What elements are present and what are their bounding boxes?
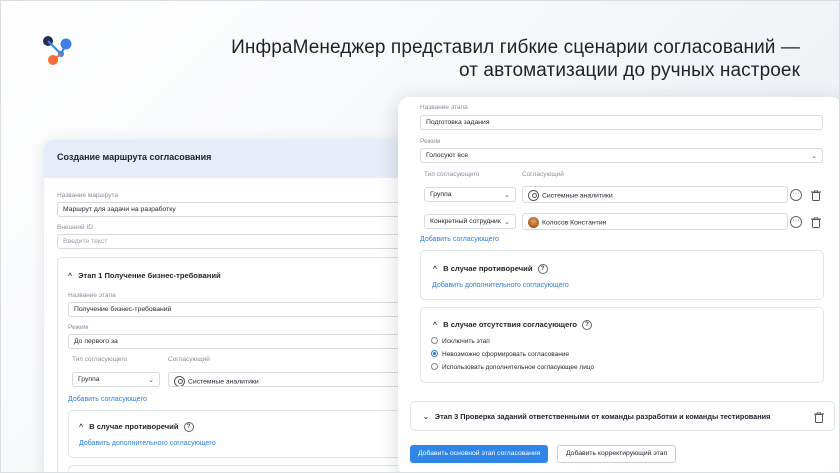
trash-icon[interactable] xyxy=(811,217,821,228)
front-mode-value: Голосуют все xyxy=(426,152,469,159)
front-stage-name-label: Название этапа xyxy=(420,104,468,111)
front-add-approver-link[interactable]: Добавить согласующего xyxy=(420,236,499,243)
stage-1-header[interactable]: ^ Этап 1 Получение бизнес-требований xyxy=(68,271,221,280)
chevron-up-icon: ^ xyxy=(433,322,438,329)
conflict-header[interactable]: ^ В случае противоречий? xyxy=(79,422,194,432)
route-creation-card: Создание маршрута согласования Название … xyxy=(44,140,444,473)
headline-line-1: ИнфраМенеджер представил гибкие сценарии… xyxy=(231,37,800,58)
stage-3-header[interactable]: ⌄ Этап 3 Проверка заданий ответственными … xyxy=(423,412,770,421)
chevron-down-icon: ⌄ xyxy=(148,377,154,384)
chevron-up-icon: ^ xyxy=(68,273,73,280)
approver-type-select-2[interactable]: Конкретный сотрудник ⌄ xyxy=(424,214,516,229)
conflict-panel: ^ В случае противоречий? Добавить дополни… xyxy=(68,410,438,458)
absence-panel: ^ В случае отсутствия согласующего? Исклю… xyxy=(420,307,824,383)
absence-title: В случае отсутствия согласующего xyxy=(443,320,578,329)
absence-panel-collapsed xyxy=(68,465,438,473)
route-creation-title: Создание маршрута согласования xyxy=(44,140,444,178)
radio-icon xyxy=(431,337,438,344)
stage-2-card: Название этапа Подготовка задания Режим … xyxy=(398,97,840,473)
front-mode-label: Режим xyxy=(420,138,441,145)
approver-type-value-1: Группа xyxy=(430,191,452,198)
front-add-extra-approver-link[interactable]: Добавить дополнительного согласующего xyxy=(432,282,569,289)
chevron-down-icon: ⌄ xyxy=(811,153,817,160)
option-exclude-stage[interactable]: Исключить этап xyxy=(431,337,490,346)
add-extra-approver-link[interactable]: Добавить дополнительного согласующего xyxy=(79,440,216,447)
more-icon[interactable]: ··· xyxy=(790,216,802,228)
stage-3-title: Этап 3 Проверка заданий ответственными о… xyxy=(434,412,771,421)
chevron-up-icon: ^ xyxy=(79,424,84,431)
help-icon[interactable]: ? xyxy=(582,320,593,330)
person-group-icon xyxy=(174,376,185,386)
approver-type-value: Группа xyxy=(78,376,100,383)
front-approvers-label: Согласующий xyxy=(522,171,564,178)
add-main-stage-button[interactable]: Добавить основной этап согласования xyxy=(410,445,549,463)
user-avatar-icon xyxy=(528,217,539,228)
route-name-label: Название маршрута xyxy=(57,192,119,199)
mode-label: Режим xyxy=(68,324,89,331)
front-approver-type-label: Тип согласующего xyxy=(424,171,480,178)
chevron-down-icon: ⌄ xyxy=(504,219,510,226)
conflict-title: В случае противоречий xyxy=(89,422,179,431)
external-id-label: Внешний ID xyxy=(57,224,93,231)
stage-1-title: Этап 1 Получение бизнес-требований xyxy=(78,271,221,280)
stage-3-panel[interactable]: ⌄ Этап 3 Проверка заданий ответственными … xyxy=(410,401,835,431)
approvers-label: Согласующий xyxy=(168,356,210,363)
chevron-up-icon: ^ xyxy=(433,266,438,273)
approver-value-2: Колосов Константин xyxy=(542,219,607,227)
front-mode-select[interactable]: Голосуют все ⌄ xyxy=(420,148,823,163)
option-use-extra[interactable]: Использовать дополнительное согласующее … xyxy=(431,363,595,372)
front-conflict-panel: ^ В случае противоречий? Добавить дополни… xyxy=(420,250,824,300)
trash-icon[interactable] xyxy=(814,412,824,423)
option-label-1: Исключить этап xyxy=(442,338,490,346)
approver-type-select[interactable]: Группа ⌄ xyxy=(72,372,160,387)
approver-value-1: Системные аналитики xyxy=(542,192,613,200)
approver-value: Системные аналитики xyxy=(188,378,259,386)
headline: ИнфраМенеджер представил гибкие сценарии… xyxy=(200,36,800,82)
route-name-input[interactable]: Маршрут для задачи на разработку xyxy=(57,202,437,217)
approver-type-select-1[interactable]: Группа ⌄ xyxy=(424,187,516,202)
absence-header[interactable]: ^ В случае отсутствия согласующего? xyxy=(433,320,593,330)
chevron-down-icon: ⌄ xyxy=(504,192,510,199)
front-stage-name-input[interactable]: Подготовка задания xyxy=(420,115,823,130)
approver-field-1[interactable]: Системные аналитики xyxy=(522,186,788,203)
approver-field-2[interactable]: Колосов Константин xyxy=(522,213,788,230)
approver-type-label: Тип согласующего xyxy=(72,356,128,363)
chevron-down-icon: ⌄ xyxy=(423,414,429,421)
front-conflict-header[interactable]: ^ В случае противоречий? xyxy=(433,264,548,274)
stage-name-input[interactable]: Получение бизнес-требований xyxy=(68,302,438,317)
front-conflict-title: В случае противоречий xyxy=(443,264,533,273)
external-id-input[interactable]: Введите текст xyxy=(57,234,437,249)
help-icon[interactable]: ? xyxy=(183,422,194,432)
approver-type-value-2: Конкретный сотрудник xyxy=(430,218,501,225)
radio-icon xyxy=(431,363,438,370)
trash-icon[interactable] xyxy=(811,190,821,201)
more-icon[interactable]: ··· xyxy=(790,189,802,201)
logo-icon xyxy=(43,36,72,65)
radio-selected-icon xyxy=(431,350,438,357)
mode-select[interactable]: До первого за xyxy=(68,334,438,349)
option-label-2: Невозможно сформировать согласование xyxy=(442,351,570,359)
add-corrective-stage-button[interactable]: Добавить корректирующий этап xyxy=(557,445,677,463)
headline-line-2: от автоматизации до ручных настроек xyxy=(458,60,800,81)
help-icon[interactable]: ? xyxy=(537,264,548,274)
stage-1-panel: ^ Этап 1 Получение бизнес-требований Назв… xyxy=(57,257,444,473)
stage-name-label: Название этапа xyxy=(68,292,116,299)
person-group-icon xyxy=(528,190,539,201)
option-label-3: Использовать дополнительное согласующее … xyxy=(442,364,595,372)
option-impossible[interactable]: Невозможно сформировать согласование xyxy=(431,350,570,359)
add-approver-link[interactable]: Добавить согласующего xyxy=(68,396,147,403)
